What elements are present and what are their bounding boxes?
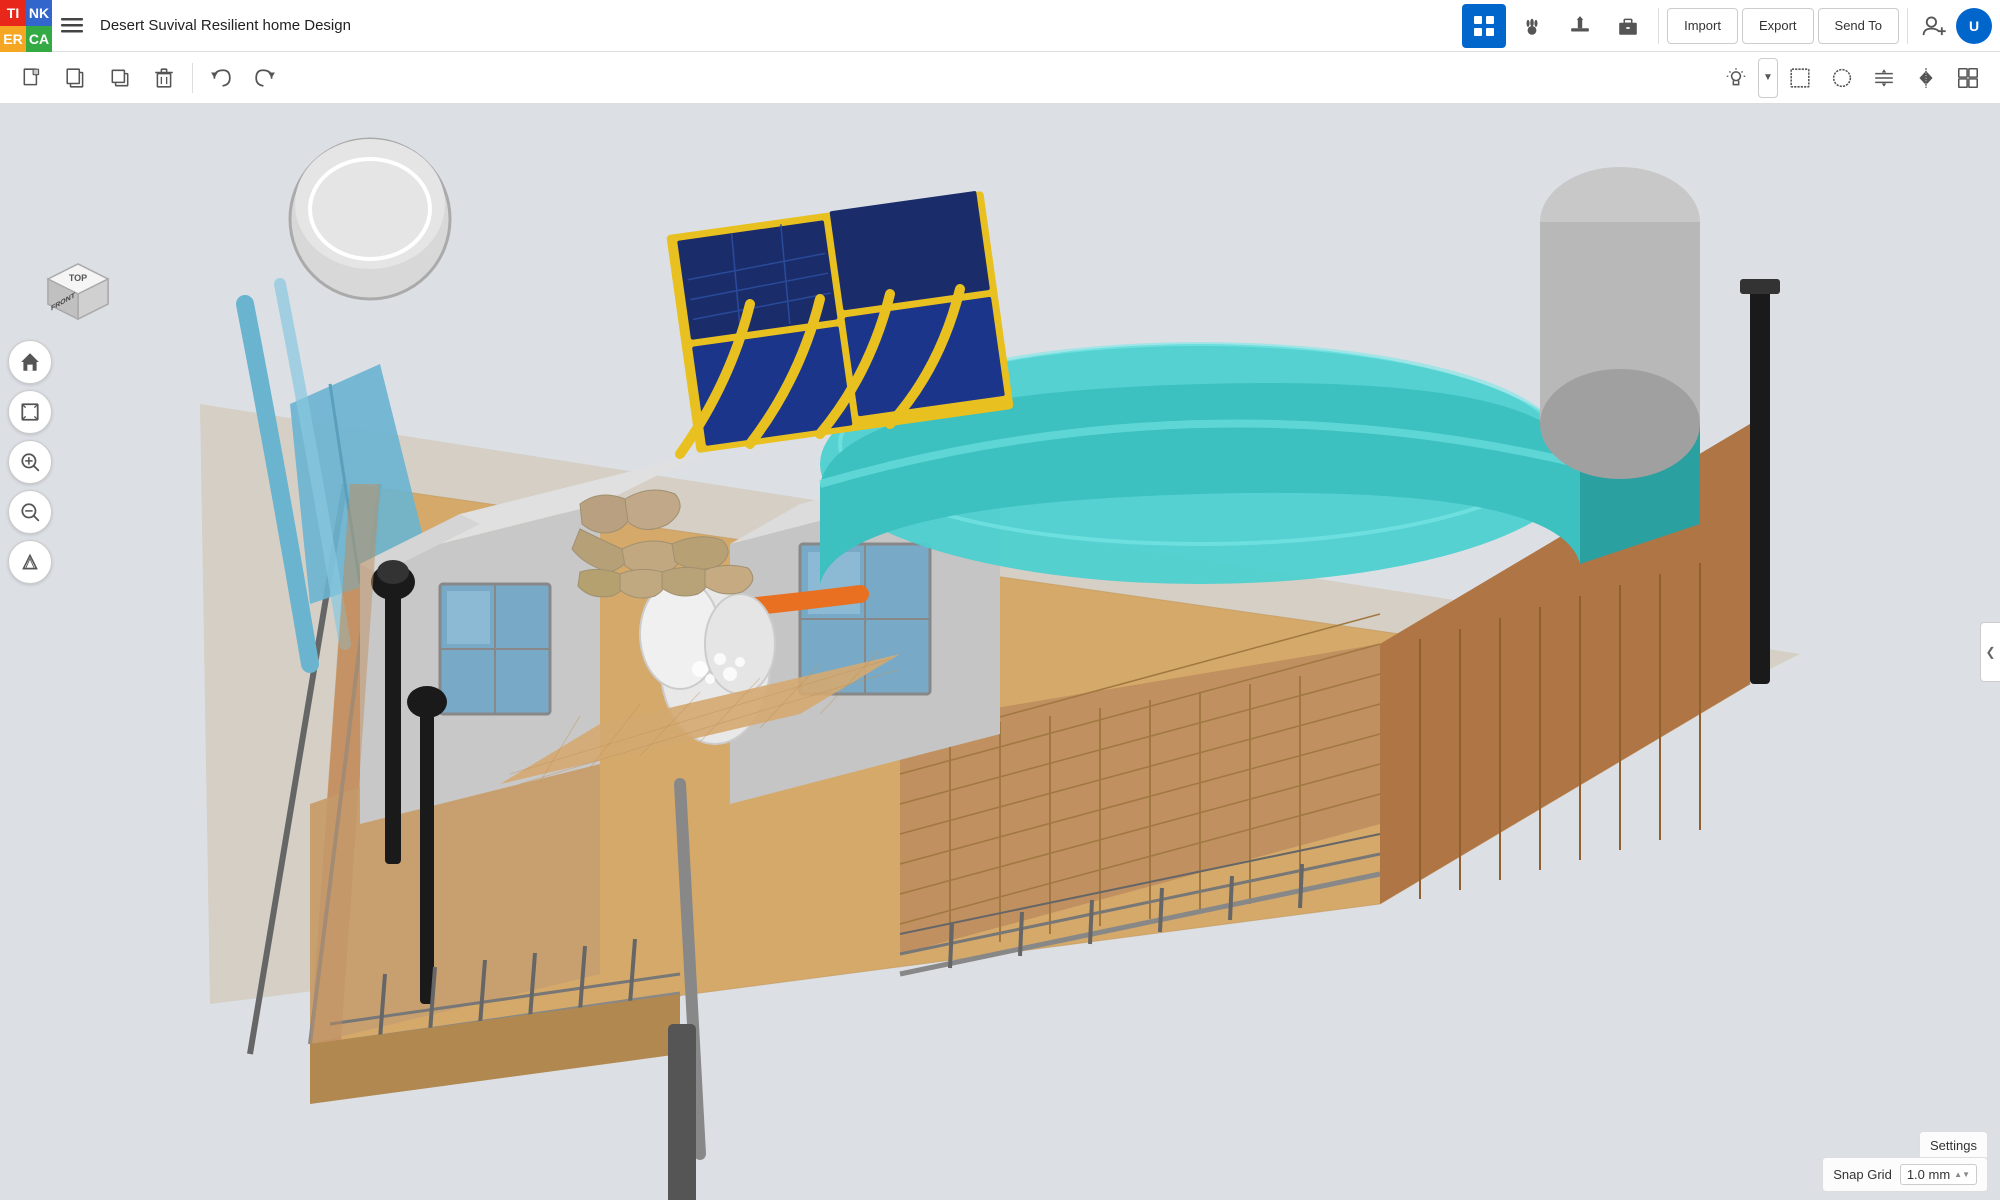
settings-label: Settings <box>1930 1138 1977 1153</box>
snap-grid-label: Snap Grid <box>1833 1167 1892 1182</box>
light-dropdown[interactable]: ▼ <box>1758 58 1778 98</box>
collapse-icon: ❮ <box>1985 645 1995 659</box>
grid-view-button[interactable] <box>1462 4 1506 48</box>
copy-button[interactable] <box>56 58 96 98</box>
new-button[interactable] <box>12 58 52 98</box>
briefcase-button[interactable] <box>1606 4 1650 48</box>
logo-k: CA <box>26 26 52 52</box>
align-button[interactable] <box>1864 58 1904 98</box>
3d-canvas[interactable]: TOP FRONT <box>0 104 2000 1200</box>
topbar: TI NK ER CA Desert Suvival Resilient hom… <box>0 0 2000 52</box>
hand-tool-button[interactable] <box>1510 4 1554 48</box>
undo-button[interactable] <box>201 58 241 98</box>
export-button[interactable]: Export <box>1742 8 1814 44</box>
separator <box>1658 8 1659 44</box>
perspective-button[interactable] <box>8 540 52 584</box>
zoom-in-button[interactable] <box>8 440 52 484</box>
rect-select-button[interactable] <box>1780 58 1820 98</box>
send-to-button[interactable]: Send To <box>1818 8 1899 44</box>
zoom-out-button[interactable] <box>8 490 52 534</box>
duplicate-button[interactable] <box>100 58 140 98</box>
build-button[interactable] <box>1558 4 1602 48</box>
tinkercad-logo[interactable]: TI NK ER CA <box>0 0 52 52</box>
snap-grid-panel: Snap Grid 1.0 mm ▲▼ <box>1822 1157 1988 1192</box>
toolbar-separator-1 <box>192 63 193 93</box>
project-title[interactable]: Desert Suvival Resilient home Design <box>100 17 1462 34</box>
separator2 <box>1907 8 1908 44</box>
toolbar: ▼ <box>0 52 2000 104</box>
light-button[interactable] <box>1716 58 1756 98</box>
view-controls <box>8 224 52 584</box>
fit-view-button[interactable] <box>8 390 52 434</box>
import-button[interactable]: Import <box>1667 8 1738 44</box>
home-view-button[interactable] <box>8 340 52 384</box>
delete-button[interactable] <box>144 58 184 98</box>
logo-t: TI <box>0 0 26 26</box>
snap-grid-control[interactable]: 1.0 mm ▲▼ <box>1900 1164 1977 1185</box>
top-right-tools: Import Export Send To U <box>1462 4 1992 48</box>
logo-n: ER <box>0 26 26 52</box>
circle-select-button[interactable] <box>1822 58 1862 98</box>
menu-button[interactable] <box>52 0 92 52</box>
settings-panel[interactable]: Settings <box>1919 1131 1988 1160</box>
snap-grid-value: 1.0 mm <box>1907 1167 1950 1182</box>
redo-button[interactable] <box>245 58 285 98</box>
snap-grid-arrows: ▲▼ <box>1954 1170 1970 1179</box>
group-button[interactable] <box>1948 58 1988 98</box>
add-user-button[interactable] <box>1916 8 1952 44</box>
shape-tools: ▼ <box>1716 58 1988 98</box>
svg-text:TOP: TOP <box>69 273 87 283</box>
logo-i: NK <box>26 0 52 26</box>
3d-viewport[interactable] <box>0 104 2000 1200</box>
mirror-button[interactable] <box>1906 58 1946 98</box>
right-panel-collapse-button[interactable]: ❮ <box>1980 622 2000 682</box>
user-avatar[interactable]: U <box>1956 8 1992 44</box>
